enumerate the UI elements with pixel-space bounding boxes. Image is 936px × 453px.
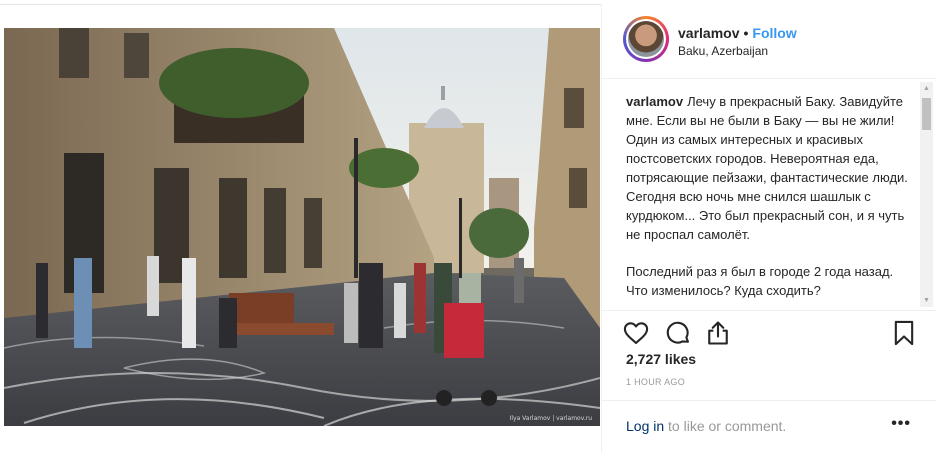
login-prompt: Log in to like or comment. (626, 418, 786, 434)
caption-scrollbar[interactable]: ▲ ▼ (920, 82, 933, 307)
caption-paragraph-2: Последний раз я был в городе 2 года наза… (626, 264, 894, 298)
separator-dot: • (743, 25, 749, 41)
caption-area: varlamov Лечу в прекрасный Баку. Завидуйт… (626, 92, 914, 306)
post-header: varlamov • Follow Baku, Azerbaijan (602, 4, 936, 79)
avatar[interactable] (626, 19, 666, 59)
comment-icon[interactable] (664, 319, 692, 347)
story-ring[interactable] (623, 16, 669, 62)
avatar-image (628, 21, 664, 57)
post-photo[interactable]: Ilya Varlamov | varlamov.ru (4, 28, 600, 426)
scroll-thumb[interactable] (922, 98, 931, 130)
post-side-panel: varlamov • Follow Baku, Azerbaijan varlamo… (601, 4, 936, 452)
follow-button[interactable]: Follow (752, 25, 796, 41)
header-username[interactable]: varlamov (678, 25, 739, 41)
caption-text-1: Лечу в прекрасный Баку. Завидуйте мне. Е… (626, 94, 908, 242)
scroll-up-arrow-icon[interactable]: ▲ (920, 82, 933, 95)
bookmark-icon[interactable] (890, 319, 918, 347)
login-link[interactable]: Log in (626, 418, 664, 434)
caption-paragraph: varlamov Лечу в прекрасный Баку. Завидуйт… (626, 92, 914, 244)
action-bar (602, 310, 936, 355)
comment-bar: Log in to like or comment. ••• (602, 400, 936, 453)
more-options-icon[interactable]: ••• (891, 415, 911, 433)
login-prompt-text: to like or comment. (664, 418, 787, 434)
heart-icon[interactable] (622, 319, 650, 347)
post-timestamp[interactable]: 1 HOUR AGO (626, 377, 685, 387)
likes-count[interactable]: 2,727 likes (626, 351, 696, 367)
share-icon[interactable] (704, 319, 732, 347)
location-link[interactable]: Baku, Azerbaijan (678, 44, 768, 58)
photo-credit: Ilya Varlamov | varlamov.ru (509, 415, 592, 422)
header-username-row: varlamov • Follow (678, 25, 797, 41)
scroll-down-arrow-icon[interactable]: ▼ (920, 294, 933, 307)
street-scene-image (4, 28, 600, 426)
caption-username[interactable]: varlamov (626, 94, 683, 109)
